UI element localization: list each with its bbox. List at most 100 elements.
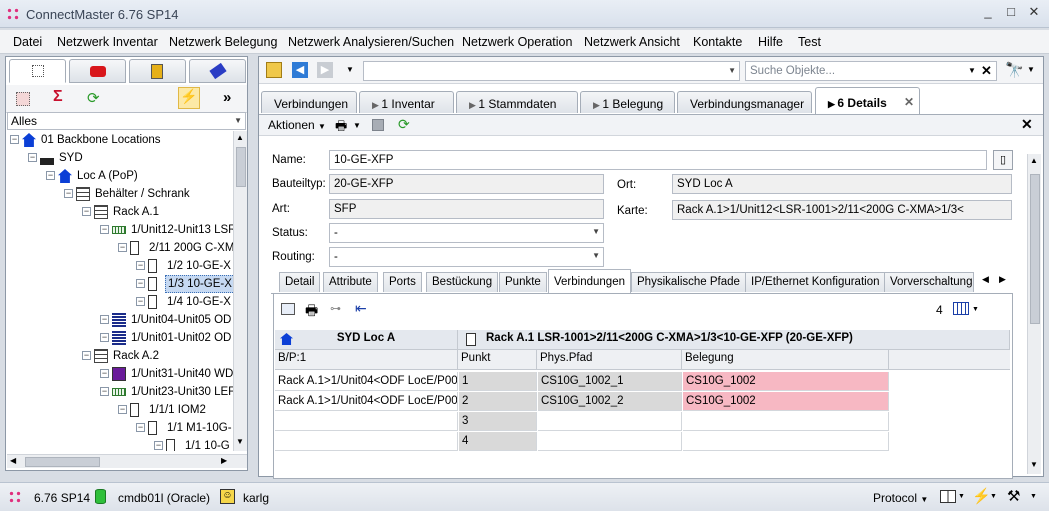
- highlight-icon[interactable]: ⚡: [178, 87, 200, 109]
- tools-icon[interactable]: ⚒: [1007, 487, 1020, 505]
- history-dropdown-icon[interactable]: ▼: [346, 65, 354, 74]
- protocol-menu[interactable]: Protocol ▼: [873, 491, 928, 505]
- expand-panel-icon[interactable]: »: [223, 89, 231, 106]
- cell-bp[interactable]: Rack A.1>1/Unit04<ODF LocE/P008: [275, 372, 458, 391]
- column-header-belegung[interactable]: Belegung: [682, 350, 889, 370]
- cell-phys-pfad[interactable]: [538, 412, 682, 431]
- tree-vertical-scrollbar[interactable]: ▲ ▼: [233, 131, 247, 451]
- collapse-icon[interactable]: −: [46, 171, 55, 180]
- tab-details[interactable]: ▶ 6 Details ✕: [815, 87, 920, 114]
- menu-netzwerk-belegung[interactable]: Netzwerk Belegung: [169, 35, 277, 49]
- column-header-bp[interactable]: B/P:1: [275, 350, 458, 370]
- collapse-icon[interactable]: −: [118, 243, 127, 252]
- collapse-icon[interactable]: −: [100, 369, 109, 378]
- name-input[interactable]: 10-GE-XFP: [329, 150, 987, 170]
- column-chooser-dropdown-icon[interactable]: ▼: [972, 306, 979, 313]
- tabs-scroll-right-icon[interactable]: ▶: [999, 274, 1006, 285]
- collapse-icon[interactable]: −: [64, 189, 73, 198]
- collapse-icon[interactable]: −: [136, 261, 145, 270]
- collapse-columns-icon[interactable]: ⇤: [355, 300, 367, 317]
- cell-phys-pfad[interactable]: CS10G_1002_1: [538, 372, 682, 391]
- actions-menu[interactable]: Aktionen ▼: [268, 118, 326, 132]
- subtab-vorverschaltung[interactable]: Vorverschaltung: [884, 272, 974, 292]
- cell-belegung[interactable]: CS10G_1002: [683, 392, 889, 411]
- tab-verbindungen[interactable]: Verbindungen: [261, 91, 357, 113]
- close-tab-icon[interactable]: ✕: [904, 95, 914, 109]
- tab-stammdaten[interactable]: ▶ 1 Stammdaten: [456, 91, 578, 113]
- highlight-icon[interactable]: ⚡: [972, 487, 991, 505]
- subtab-verbindungen[interactable]: Verbindungen: [548, 269, 631, 293]
- filter-select[interactable]: Alles ▼: [7, 112, 246, 130]
- collapse-icon[interactable]: −: [118, 405, 127, 414]
- print-icon[interactable]: 🖶: [335, 117, 347, 139]
- forward-arrow-icon[interactable]: ▶: [317, 62, 333, 78]
- subtab-ports[interactable]: Ports: [383, 272, 422, 292]
- subtab-punkte[interactable]: Punkte: [499, 272, 547, 292]
- layout-toggle-icon[interactable]: [940, 490, 956, 503]
- tree-settings-icon[interactable]: [16, 92, 30, 106]
- subtab-physikalische-pfade[interactable]: Physikalische Pfade: [631, 272, 746, 292]
- cell-belegung[interactable]: [683, 412, 889, 431]
- clear-search-icon[interactable]: ✕: [981, 63, 992, 79]
- menu-datei[interactable]: Datei: [13, 35, 42, 49]
- port-picker-icon[interactable]: ▯: [993, 150, 1013, 170]
- subtab-detail[interactable]: Detail: [279, 272, 321, 292]
- cell-bp[interactable]: Rack A.1>1/Unit04<ODF LocE/P009: [275, 392, 458, 411]
- collapse-icon[interactable]: −: [100, 315, 109, 324]
- back-arrow-icon[interactable]: ◀: [292, 62, 308, 78]
- collapse-icon[interactable]: −: [136, 279, 145, 288]
- tabs-scroll-left-icon[interactable]: ◀: [982, 274, 989, 285]
- close-button[interactable]: ✕: [1022, 4, 1046, 22]
- menu-netzwerk-inventar[interactable]: Netzwerk Inventar: [57, 35, 158, 49]
- tools-dropdown-icon[interactable]: ▼: [1030, 493, 1037, 500]
- object-path-combo[interactable]: ▼: [363, 61, 740, 81]
- column-header-punkt[interactable]: Punkt: [458, 350, 537, 370]
- collapse-icon[interactable]: −: [82, 207, 91, 216]
- cell-punkt[interactable]: 1: [459, 372, 537, 391]
- cell-bp[interactable]: [275, 432, 458, 451]
- link-icon[interactable]: ⊶: [330, 302, 341, 315]
- layout-icon[interactable]: [281, 303, 295, 315]
- cell-belegung[interactable]: [683, 432, 889, 451]
- search-options-dropdown-icon[interactable]: ▼: [1027, 65, 1035, 74]
- tab-inventar[interactable]: ▶ 1 Inventar: [359, 91, 454, 113]
- menu-test[interactable]: Test: [798, 35, 821, 49]
- chevron-down-icon[interactable]: ▼: [968, 66, 976, 75]
- tab-cables[interactable]: [69, 59, 126, 83]
- menu-netzwerk-ansicht[interactable]: Netzwerk Ansicht: [584, 35, 680, 49]
- collapse-icon[interactable]: −: [28, 153, 37, 162]
- menu-hilfe[interactable]: Hilfe: [758, 35, 783, 49]
- highlight-dropdown-icon[interactable]: ▼: [990, 493, 997, 500]
- object-view-icon[interactable]: [266, 62, 282, 78]
- column-chooser-icon[interactable]: [953, 302, 969, 315]
- maximize-button[interactable]: □: [999, 4, 1023, 22]
- refresh-icon[interactable]: ⟳: [398, 116, 410, 133]
- collapse-icon[interactable]: −: [82, 351, 91, 360]
- details-vertical-scrollbar[interactable]: ▲ ▼: [1027, 154, 1041, 474]
- subtab-attribute[interactable]: Attribute: [323, 272, 378, 292]
- menu-kontakte[interactable]: Kontakte: [693, 35, 742, 49]
- collapse-icon[interactable]: −: [100, 387, 109, 396]
- minimize-button[interactable]: _: [976, 4, 1000, 22]
- collapse-icon[interactable]: −: [100, 225, 109, 234]
- print-icon[interactable]: 🖶: [305, 300, 318, 324]
- binoculars-icon[interactable]: 🔭: [1005, 61, 1024, 79]
- tab-hierarchy[interactable]: [9, 59, 66, 83]
- refresh-icon[interactable]: ⟳: [87, 89, 100, 107]
- cell-phys-pfad[interactable]: [538, 432, 682, 451]
- cell-punkt[interactable]: 4: [459, 432, 537, 451]
- cell-punkt[interactable]: 3: [459, 412, 537, 431]
- collapse-icon[interactable]: −: [10, 135, 19, 144]
- subtab-bestueckung[interactable]: Bestückung: [426, 272, 499, 292]
- cell-belegung[interactable]: CS10G_1002: [683, 372, 889, 391]
- sum-icon[interactable]: Σ: [53, 88, 63, 106]
- tab-belegung[interactable]: ▶ 1 Belegung: [580, 91, 675, 113]
- tab-verbindungsmanager[interactable]: Verbindungsmanager: [677, 91, 812, 113]
- collapse-icon[interactable]: −: [136, 297, 145, 306]
- print-dropdown-icon[interactable]: ▼: [353, 121, 361, 130]
- tab-connectors[interactable]: [189, 59, 246, 83]
- tree-horizontal-scrollbar[interactable]: ◀ ▶: [7, 454, 247, 468]
- subtab-ip-ethernet[interactable]: IP/Ethernet Konfiguration: [745, 272, 886, 292]
- search-objects-input[interactable]: Suche Objekte... ▼ ✕: [745, 61, 997, 81]
- menu-netzwerk-analysieren[interactable]: Netzwerk Analysieren/Suchen: [288, 35, 454, 49]
